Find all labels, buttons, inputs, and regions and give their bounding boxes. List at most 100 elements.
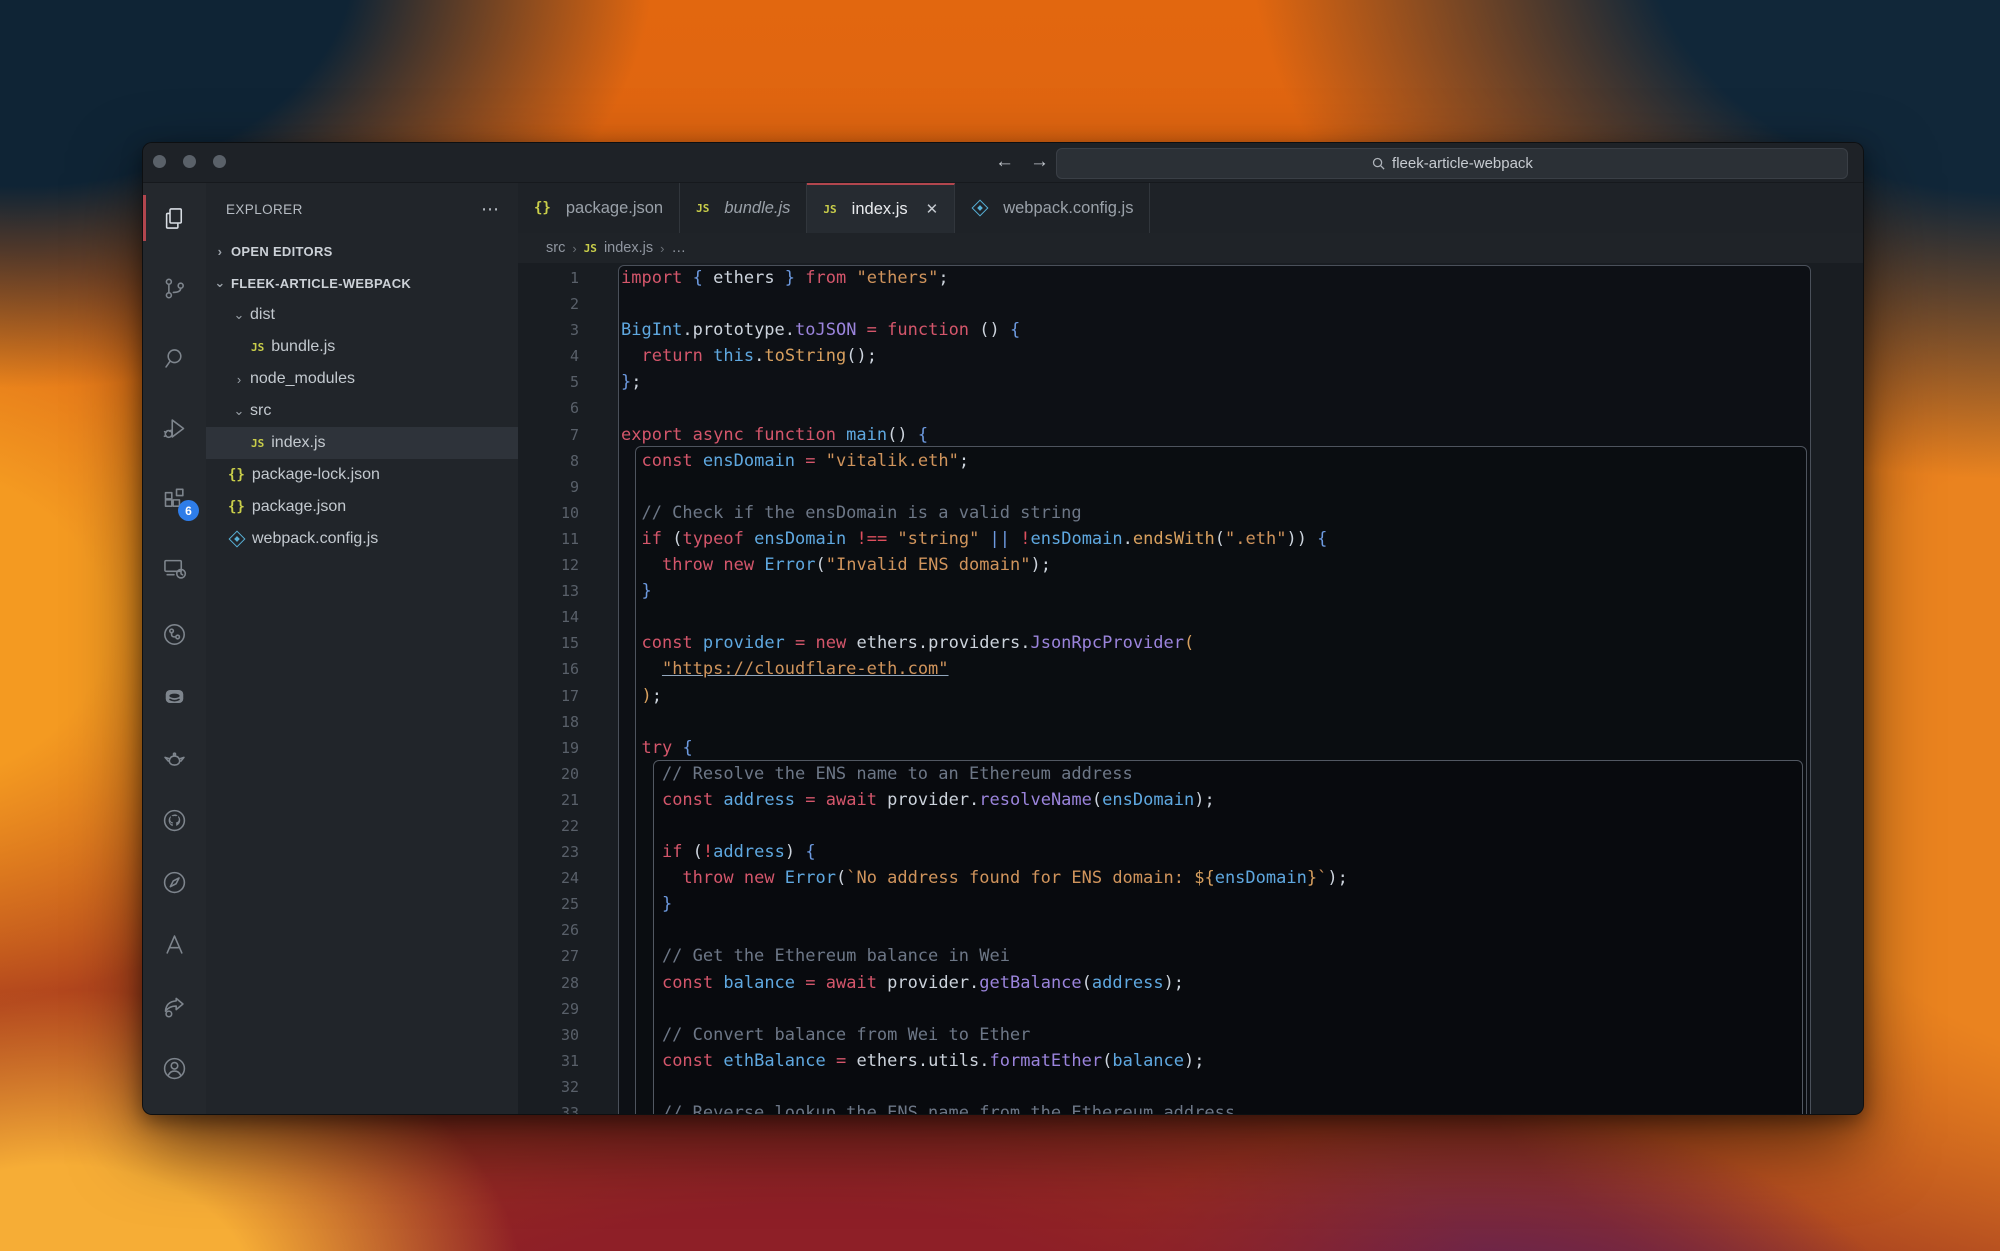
activity-item-genie-lamp[interactable] (143, 727, 206, 789)
tree-item-label: package-lock.json (252, 466, 380, 484)
line-number: 17 (518, 683, 579, 709)
tree-item-package-json[interactable]: {}package.json (206, 491, 518, 523)
line-number: 25 (518, 891, 579, 917)
tree-item-package-lock-json[interactable]: {}package-lock.json (206, 459, 518, 491)
breadcrumb-label: index.js (604, 240, 653, 256)
code-line-7: 7export async function main() { (518, 422, 1863, 448)
line-number: 23 (518, 839, 579, 865)
line-number: 13 (518, 578, 579, 604)
breadcrumb-item[interactable]: src (546, 240, 565, 256)
tree-item-webpack-config-js[interactable]: webpack.config.js (206, 523, 518, 555)
code-text: // Get the Ethereum balance in Wei (621, 943, 1010, 969)
tree-section-open-editors[interactable]: ›OPEN EDITORS (206, 235, 518, 267)
tab-label: webpack.config.js (1003, 199, 1133, 218)
code-editor[interactable]: 1 import { ethers } from "ethers"; 23 BigIn… (518, 263, 1863, 1114)
code-line-29: 29 (518, 996, 1863, 1022)
code-text: } (621, 891, 672, 917)
live-share-icon (161, 993, 188, 1020)
line-number: 7 (518, 422, 579, 448)
activity-item-explorer[interactable] (143, 183, 206, 253)
tree-item-bundle-js[interactable]: JS bundle.js (206, 331, 518, 363)
code-line-1: 1 import { ethers } from "ethers"; (518, 265, 1863, 291)
line-number: 27 (518, 943, 579, 969)
code-line-5: 5}; (518, 369, 1863, 395)
line-number: 24 (518, 865, 579, 891)
line-number: 21 (518, 787, 579, 813)
breadcrumb-item[interactable]: JS index.js (584, 240, 653, 256)
command-center-search[interactable]: fleek-article-webpack (1056, 148, 1848, 179)
tree-section-fleek-article-webpack[interactable]: ⌄FLEEK-ARTICLE-WEBPACK (206, 267, 518, 299)
activity-item-remote-explorer[interactable] (143, 533, 206, 603)
activity-item-search[interactable] (143, 323, 206, 393)
tree-item-dist[interactable]: ⌄dist (206, 299, 518, 331)
activity-item-azure[interactable] (143, 913, 206, 975)
traffic-lights (153, 155, 226, 168)
file-tree: ›OPEN EDITORS⌄FLEEK-ARTICLE-WEBPACK⌄dist… (206, 235, 518, 555)
js-file-icon: JS (584, 242, 597, 255)
line-number: 4 (518, 343, 579, 369)
breadcrumb-item[interactable]: … (671, 240, 686, 256)
line-number: 16 (518, 656, 579, 682)
tree-item-src[interactable]: ⌄src (206, 395, 518, 427)
webpack-file-icon (228, 531, 245, 548)
azure-icon (161, 931, 188, 958)
js-file-icon: JS (251, 341, 264, 354)
line-number: 14 (518, 604, 579, 630)
code-text: throw new Error("Invalid ENS domain"); (621, 552, 1051, 578)
tab-webpack-config-js[interactable]: webpack.config.js (955, 183, 1150, 233)
line-number: 18 (518, 709, 579, 735)
activity-item-compass[interactable] (143, 851, 206, 913)
sidebar-header: EXPLORER ⋯ (206, 183, 518, 235)
tree-item-index-js[interactable]: JSindex.js (206, 427, 518, 459)
tree-item-node-modules[interactable]: ›node_modules (206, 363, 518, 395)
activity-item-run-debug[interactable] (143, 393, 206, 463)
titlebar[interactable]: ← → fleek-article-webpack (143, 143, 1863, 183)
close-icon[interactable]: ✕ (926, 200, 939, 218)
line-number: 3 (518, 317, 579, 343)
tree-item-label: src (250, 402, 271, 420)
minimize-window-button[interactable] (183, 155, 196, 168)
source-control-icon (161, 275, 188, 302)
code-text: // Reverse lookup the ENS name from the … (621, 1100, 1235, 1114)
tab-package-json[interactable]: {}package.json (518, 183, 680, 233)
back-icon[interactable]: ← (995, 149, 1014, 175)
tree-item-label: OPEN EDITORS (231, 244, 333, 259)
git-graph-icon (161, 621, 188, 648)
zoom-window-button[interactable] (213, 155, 226, 168)
code-line-24: 24 throw new Error(`No address found for… (518, 865, 1863, 891)
code-text: // Check if the ensDomain is a valid str… (621, 500, 1082, 526)
activity-item-extensions[interactable]: 6 (143, 463, 206, 533)
activity-item-git-graph[interactable] (143, 603, 206, 665)
breadcrumb-separator: › (660, 241, 664, 256)
code-text: if (!address) { (621, 839, 816, 865)
activity-item-account[interactable] (143, 1037, 206, 1099)
explorer-sidebar: EXPLORER ⋯ ›OPEN EDITORS⌄FLEEK-ARTICLE-W… (206, 183, 518, 1114)
editor-group: {}package.jsonJSbundle.jsJSindex.js✕webp… (518, 183, 1863, 1114)
activity-item-mask-extension[interactable] (143, 665, 206, 727)
code-text: ); (621, 683, 662, 709)
line-number: 12 (518, 552, 579, 578)
code-line-30: 30 // Convert balance from Wei to Ether (518, 1022, 1863, 1048)
code-line-3: 3 BigInt.prototype.toJSON = function () { (518, 317, 1863, 343)
tree-item-label: bundle.js (271, 338, 335, 356)
code-line-8: 8 const ensDomain = "vitalik.eth"; (518, 448, 1863, 474)
forward-icon[interactable]: → (1030, 149, 1049, 175)
more-actions-icon[interactable]: ⋯ (481, 199, 500, 220)
close-window-button[interactable] (153, 155, 166, 168)
line-number: 6 (518, 395, 579, 421)
activity-item-github[interactable] (143, 789, 206, 851)
code-text: const ethBalance = ethers.utils.formatEt… (621, 1048, 1205, 1074)
code-text: BigInt.prototype.toJSON = function () { (621, 317, 1020, 343)
code-line-10: 10 // Check if the ensDomain is a valid … (518, 500, 1863, 526)
code-line-25: 25 } (518, 891, 1863, 917)
activity-item-source-control[interactable] (143, 253, 206, 323)
genie-lamp-icon (161, 745, 188, 772)
code-text: import { ethers } from "ethers"; (621, 265, 949, 291)
tab-bundle-js[interactable]: JSbundle.js (680, 183, 807, 233)
tab-label: bundle.js (724, 199, 790, 218)
tab-index-js[interactable]: JSindex.js✕ (807, 183, 955, 233)
code-text: if (typeof ensDomain !== "string" || !en… (621, 526, 1327, 552)
activity-item-live-share[interactable] (143, 975, 206, 1037)
line-number: 1 (518, 265, 579, 291)
run-debug-icon (161, 415, 188, 442)
